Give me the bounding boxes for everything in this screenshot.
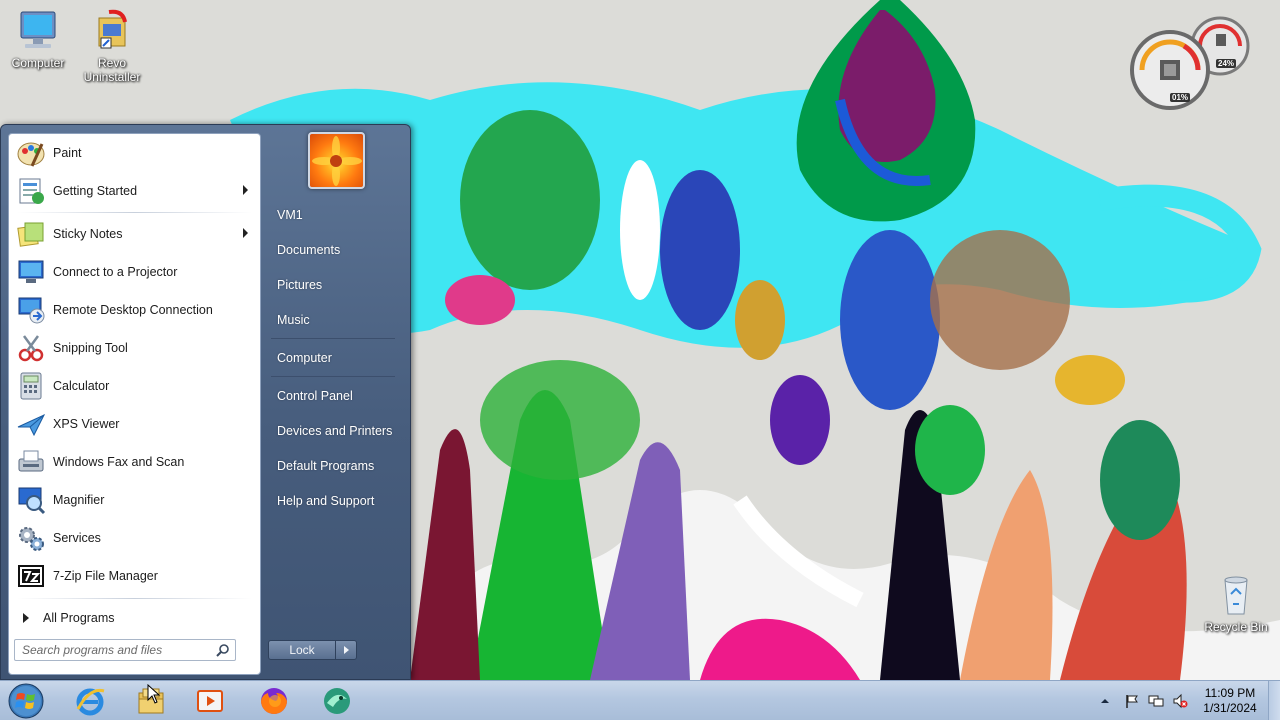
- start-menu: Paint Getting Started Sticky Notes Conne…: [0, 124, 411, 680]
- desktop-icon-recycle-bin[interactable]: Recycle Bin: [1200, 572, 1272, 634]
- start-menu-programs-pane: Paint Getting Started Sticky Notes Conne…: [8, 133, 261, 675]
- calculator-icon: [13, 370, 49, 402]
- search-icon[interactable]: [216, 643, 230, 657]
- internet-explorer-icon: [76, 688, 105, 716]
- volume-muted-icon[interactable]: [1172, 693, 1188, 709]
- xps-viewer-icon: [13, 408, 49, 440]
- program-list: Paint Getting Started Sticky Notes Conne…: [9, 134, 260, 595]
- places-pictures[interactable]: Pictures: [263, 267, 403, 302]
- places-default-programs[interactable]: Default Programs: [263, 448, 403, 483]
- start-menu-places-pane: VM1 Documents Pictures Music Computer Co…: [263, 197, 403, 518]
- action-center-flag-icon[interactable]: [1124, 693, 1140, 709]
- submenu-arrow-icon[interactable]: [243, 228, 248, 238]
- shutdown-options-button[interactable]: [335, 640, 357, 660]
- taskbar-firefox[interactable]: [246, 682, 302, 720]
- program-connect-to-a-projector[interactable]: Connect to a Projector: [9, 253, 260, 291]
- cpu-meter-gadget[interactable]: 01% 24%: [1128, 16, 1256, 112]
- clock-date: 1/31/2024: [1203, 701, 1257, 715]
- places-user-folder[interactable]: VM1: [263, 197, 403, 232]
- show-hidden-icons-icon[interactable]: [1100, 695, 1116, 711]
- app-icon: [324, 688, 350, 714]
- program-7-zip-file-manager[interactable]: 7-Zip File Manager: [9, 557, 260, 595]
- program-magnifier[interactable]: Magnifier: [9, 481, 260, 519]
- 7zip-icon: [13, 560, 49, 592]
- all-programs-button[interactable]: All Programs: [17, 606, 253, 630]
- taskbar-media-player[interactable]: [182, 682, 238, 720]
- all-programs-separator: [17, 598, 252, 599]
- network-icon[interactable]: [1148, 693, 1164, 709]
- program-windows-fax-and-scan[interactable]: Windows Fax and Scan: [9, 443, 260, 481]
- projector-icon: [13, 256, 49, 288]
- taskbar-app[interactable]: [309, 682, 365, 720]
- places-music[interactable]: Music: [263, 302, 403, 337]
- start-button[interactable]: [4, 682, 48, 720]
- paint-icon: [13, 137, 49, 169]
- taskbar: 11:09 PM 1/31/2024: [0, 680, 1280, 720]
- search-input[interactable]: [15, 640, 213, 660]
- sticky-notes-icon: [13, 218, 49, 250]
- remote-desktop-icon: [13, 294, 49, 326]
- desktop-icon-computer[interactable]: Computer: [2, 8, 74, 70]
- program-list-separator: [17, 212, 252, 213]
- places-documents[interactable]: Documents: [263, 232, 403, 267]
- places-separator: [271, 376, 395, 377]
- desktop-icon-revo-uninstaller[interactable]: Revo Uninstaller: [76, 8, 148, 84]
- program-paint[interactable]: Paint: [9, 134, 260, 172]
- places-computer[interactable]: Computer: [263, 340, 403, 375]
- expand-arrow-icon: [23, 613, 29, 623]
- flower-icon: [312, 136, 362, 186]
- clock-time: 11:09 PM: [1204, 686, 1256, 700]
- windows-logo-icon: [8, 683, 44, 719]
- submenu-arrow-icon[interactable]: [243, 185, 248, 195]
- places-devices-and-printers[interactable]: Devices and Printers: [263, 413, 403, 448]
- scissors-icon: [13, 332, 49, 364]
- gauge-icon: [1130, 16, 1250, 110]
- taskbar-clock[interactable]: 11:09 PM 1/31/2024: [1192, 686, 1268, 716]
- start-search-box[interactable]: [14, 639, 236, 661]
- memory-usage-value: 24%: [1216, 59, 1237, 68]
- computer-icon: [20, 11, 56, 48]
- fax-icon: [13, 446, 49, 478]
- recycle-bin-icon: [1224, 576, 1248, 615]
- places-control-panel[interactable]: Control Panel: [263, 378, 403, 413]
- media-player-icon: [197, 690, 223, 712]
- user-picture[interactable]: [308, 132, 365, 189]
- program-services[interactable]: Services: [9, 519, 260, 557]
- mouse-cursor-icon: [147, 684, 161, 704]
- magnifier-icon: [13, 484, 49, 516]
- firefox-icon: [261, 688, 287, 714]
- program-sticky-notes[interactable]: Sticky Notes: [9, 215, 260, 253]
- taskbar-internet-explorer[interactable]: [62, 682, 118, 720]
- lock-button[interactable]: Lock: [268, 640, 336, 660]
- program-xps-viewer[interactable]: XPS Viewer: [9, 405, 260, 443]
- revo-uninstaller-icon: [98, 9, 127, 49]
- cpu-usage-value: 01%: [1170, 93, 1191, 102]
- program-remote-desktop-connection[interactable]: Remote Desktop Connection: [9, 291, 260, 329]
- places-help-and-support[interactable]: Help and Support: [263, 483, 403, 518]
- program-snipping-tool[interactable]: Snipping Tool: [9, 329, 260, 367]
- gears-icon: [13, 522, 49, 554]
- program-getting-started[interactable]: Getting Started: [9, 172, 260, 210]
- places-separator: [271, 338, 395, 339]
- program-calculator[interactable]: Calculator: [9, 367, 260, 405]
- show-desktop-button[interactable]: [1268, 681, 1280, 720]
- getting-started-icon: [13, 175, 49, 207]
